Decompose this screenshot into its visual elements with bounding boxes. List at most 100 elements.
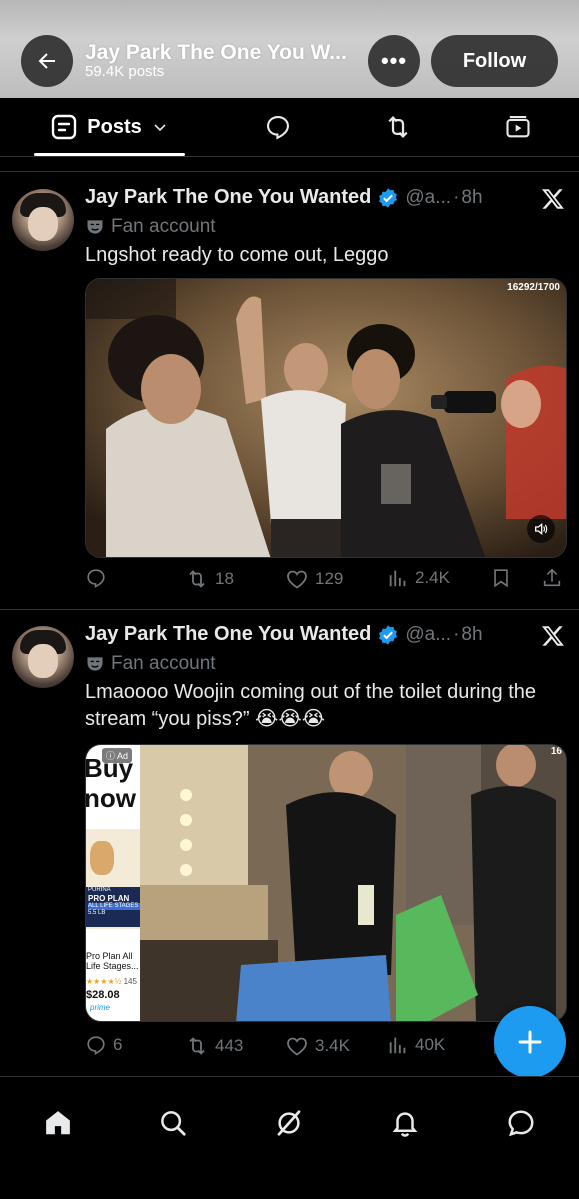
- chevron-down-icon: [154, 124, 166, 132]
- ad-panel[interactable]: ⓘ Ad Buy now PURINA PRO PLAN ALL LIFE ST…: [86, 745, 140, 1021]
- follow-button[interactable]: Follow: [431, 35, 558, 87]
- grok-icon: [277, 1110, 301, 1136]
- author-handle[interactable]: @a...: [405, 187, 451, 209]
- tab-posts-label: Posts: [87, 115, 142, 138]
- ad-product: PRO PLAN: [88, 894, 130, 903]
- ad-price: $28.08: [86, 989, 120, 1001]
- divider: [0, 156, 579, 157]
- x-logo-icon: [541, 189, 564, 209]
- bookmark-icon: [494, 569, 508, 588]
- profile-title: Jay Park The One You W...: [85, 41, 347, 64]
- verified-icon: [379, 187, 398, 208]
- author-name[interactable]: Jay Park The One You Wanted: [85, 186, 371, 209]
- messages-icon: [508, 1110, 534, 1137]
- repost-icon: [189, 1037, 205, 1055]
- stream-counter: 16292/1700: [507, 282, 560, 293]
- verified-icon: [379, 624, 398, 645]
- like-count: 3.4K: [315, 1036, 350, 1055]
- tweet-video[interactable]: ⓘ Ad Buy now PURINA PRO PLAN ALL LIFE ST…: [85, 744, 567, 1022]
- ad-prime: prime: [90, 1003, 111, 1012]
- tweet-actions: 18 129 2.4K: [85, 567, 567, 597]
- reply-button[interactable]: [85, 567, 113, 589]
- repost-icon: [189, 570, 205, 588]
- timestamp[interactable]: 8h: [461, 624, 482, 646]
- nav-messages[interactable]: [505, 1107, 537, 1139]
- tweet-text: Lmaoooo Woojin coming out of the toilet …: [85, 681, 537, 730]
- share-icon: [543, 568, 561, 587]
- avatar[interactable]: [12, 189, 74, 251]
- ad-weight: 5.5 LB: [88, 910, 106, 916]
- author-name[interactable]: Jay Park The One You Wanted: [85, 623, 371, 646]
- tweet-video[interactable]: 16292/1700: [85, 278, 567, 558]
- views-button[interactable]: 40K: [387, 1034, 445, 1056]
- fan-account-label: Fan account: [111, 653, 216, 674]
- product-image: PURINA PRO PLAN ALL LIFE STAGES 5.5 LB: [86, 829, 140, 929]
- timestamp[interactable]: 8h: [461, 187, 482, 209]
- tweet[interactable]: Jay Park The One You Wanted @a... · 8h F…: [0, 172, 579, 608]
- posts-count: 59.4K posts: [85, 63, 165, 80]
- repost-count: 18: [215, 569, 234, 588]
- posts-icon: [52, 114, 77, 140]
- tweet[interactable]: Jay Park The One You Wanted @a... · 8h F…: [0, 610, 579, 1076]
- fan-account-icon: [87, 220, 103, 234]
- back-button[interactable]: [21, 35, 73, 87]
- ad-rating: ★★★★½ 145: [86, 977, 137, 986]
- search-icon: [161, 1111, 186, 1136]
- arrow-left-icon: [38, 53, 55, 69]
- stream-counter: 16: [550, 746, 562, 757]
- like-button[interactable]: 3.4K: [285, 1034, 350, 1058]
- reply-icon: [267, 116, 289, 140]
- tab-replies[interactable]: [263, 112, 293, 142]
- fan-account-label: Fan account: [111, 216, 216, 237]
- bottom-navigation: [0, 1076, 579, 1199]
- profile-tabs: Posts: [0, 98, 579, 156]
- video-icon: [506, 116, 530, 138]
- reply-count: 6: [113, 1035, 123, 1054]
- view-count: 40K: [415, 1035, 446, 1054]
- ad-brand: PURINA: [88, 887, 111, 893]
- repost-button[interactable]: 443: [185, 1034, 243, 1058]
- repost-icon: [388, 116, 408, 138]
- repost-button[interactable]: 18: [185, 567, 234, 591]
- bookmark-button[interactable]: [490, 567, 512, 589]
- analytics-icon: [389, 570, 406, 587]
- nav-search[interactable]: [157, 1107, 189, 1139]
- author-handle[interactable]: @a...: [405, 624, 451, 646]
- speaker-icon: [535, 522, 548, 536]
- heart-icon: [287, 1037, 307, 1056]
- mute-button[interactable]: [527, 515, 555, 543]
- ad-headline-2: now: [86, 783, 136, 813]
- views-button[interactable]: 2.4K: [387, 567, 450, 589]
- nav-grok[interactable]: [273, 1107, 305, 1139]
- tab-reposts[interactable]: [383, 112, 413, 142]
- video-frame: [86, 745, 566, 1021]
- like-button[interactable]: 129: [285, 567, 343, 591]
- ad-title: Pro Plan All Life Stages...: [86, 951, 139, 971]
- ad-rating-count: 145: [123, 977, 137, 986]
- nav-home[interactable]: [42, 1107, 74, 1139]
- reply-icon: [87, 569, 105, 588]
- avatar[interactable]: [12, 626, 74, 688]
- tab-posts[interactable]: Posts: [34, 98, 185, 156]
- ad-headline: Buy now: [86, 753, 136, 813]
- like-count: 129: [315, 569, 344, 588]
- compose-button[interactable]: [494, 1006, 566, 1078]
- repost-count: 443: [215, 1036, 244, 1055]
- ad-headline-1: Buy: [86, 753, 134, 783]
- profile-header: Jay Park The One You W... 59.4K posts ••…: [0, 0, 579, 98]
- reply-icon: [87, 1036, 105, 1055]
- analytics-icon: [389, 1037, 406, 1054]
- plus-icon: [518, 1030, 542, 1054]
- view-count: 2.4K: [415, 568, 450, 587]
- home-icon: [46, 1111, 70, 1135]
- tab-media[interactable]: [503, 112, 533, 142]
- more-button[interactable]: •••: [368, 35, 420, 87]
- notifications-icon: [392, 1112, 418, 1137]
- more-icon: •••: [380, 48, 408, 73]
- x-logo-icon: [541, 626, 564, 646]
- ad-stage: ALL LIFE STAGES: [88, 903, 140, 910]
- reply-button[interactable]: 6: [85, 1034, 122, 1056]
- share-button[interactable]: [541, 567, 563, 589]
- nav-notifications[interactable]: [389, 1107, 421, 1139]
- video-frame: [86, 279, 566, 557]
